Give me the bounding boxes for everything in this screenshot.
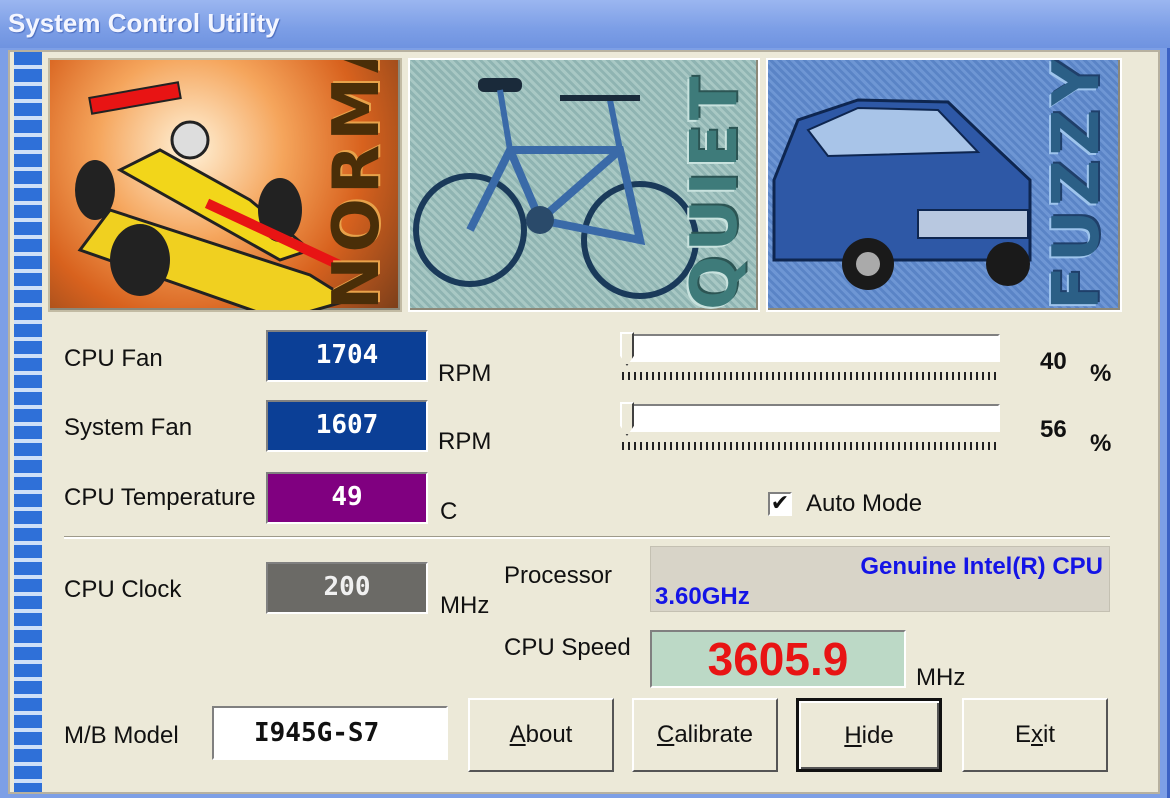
hide-button-text: ide — [861, 722, 894, 749]
mode-fuzzy-label: FUZZY — [1040, 58, 1114, 310]
calibrate-button-accel: C — [656, 721, 675, 748]
system-fan-label: System Fan — [64, 414, 193, 441]
exit-button-text: it — [1043, 721, 1055, 748]
cpu-fan-percent-sign: % — [1090, 360, 1112, 387]
processor-label: Processor — [504, 562, 613, 589]
title-bar[interactable]: System Control Utility — [0, 0, 1170, 48]
auto-mode-checkbox[interactable]: ✔ — [768, 492, 792, 516]
mode-fuzzy-button[interactable]: FUZZY — [766, 58, 1122, 312]
about-button-accel: A — [509, 721, 526, 748]
mode-quiet-button[interactable]: QUIET — [408, 58, 760, 312]
cpu-speed-unit: MHz — [916, 664, 966, 691]
hide-button[interactable]: Hide — [796, 698, 942, 772]
processor-frequency: 3.60GHz — [655, 583, 750, 610]
cpu-speed-label: CPU Speed — [504, 634, 631, 661]
app-window: System Control Utility NORMAL QUIET FUZZ… — [0, 0, 1170, 798]
system-fan-value: 1607 — [266, 400, 428, 452]
system-fan-percent: 56 — [1040, 416, 1067, 443]
cpu-temperature-label: CPU Temperature — [64, 484, 256, 511]
exit-button-accel: x — [1031, 721, 1043, 748]
calibrate-button[interactable]: Calibrate — [632, 698, 778, 772]
system-fan-slider-track[interactable] — [626, 404, 1000, 432]
processor-field: Genuine Intel(R) CPU 3.60GHz — [650, 546, 1110, 612]
cpu-temperature-unit: C — [440, 498, 458, 525]
cpu-fan-value: 1704 — [266, 330, 428, 382]
about-button-text: bout — [525, 721, 573, 748]
cpu-fan-label: CPU Fan — [64, 345, 163, 372]
window-title: System Control Utility — [8, 8, 280, 38]
cpu-fan-slider-ticks — [622, 372, 996, 380]
mode-quiet-label: QUIET — [678, 72, 752, 310]
exit-button-pre: E — [1014, 721, 1031, 748]
mb-model-label: M/B Model — [64, 722, 179, 749]
system-fan-slider[interactable] — [618, 402, 1000, 452]
section-divider — [64, 536, 1110, 539]
cpu-clock-unit: MHz — [440, 592, 490, 619]
cpu-fan-slider-track[interactable] — [626, 334, 1000, 362]
system-fan-slider-ticks — [622, 442, 996, 450]
cpu-fan-unit: RPM — [438, 360, 492, 387]
calibrate-button-text: alibrate — [674, 721, 754, 748]
mode-normal-button[interactable]: NORMAL — [48, 58, 402, 312]
cpu-fan-slider[interactable] — [618, 332, 1000, 382]
system-fan-percent-sign: % — [1090, 430, 1112, 457]
exit-button[interactable]: Exit — [962, 698, 1108, 772]
mb-model-value: I945G-S7 — [212, 706, 448, 760]
processor-name: Genuine Intel(R) CPU — [860, 553, 1103, 580]
cpu-speed-value: 3605.9 — [650, 630, 906, 688]
cpu-fan-percent: 40 — [1040, 348, 1067, 375]
mode-normal-label: NORMAL — [320, 58, 394, 310]
about-button[interactable]: About — [468, 698, 614, 772]
cpu-clock-value: 200 — [266, 562, 428, 614]
auto-mode-label[interactable]: Auto Mode — [806, 490, 922, 518]
hide-button-accel: H — [844, 722, 862, 749]
side-decoration-bar — [14, 52, 42, 792]
cpu-temperature-value: 49 — [266, 472, 428, 524]
cpu-clock-label: CPU Clock — [64, 576, 182, 603]
system-fan-unit: RPM — [438, 428, 492, 455]
